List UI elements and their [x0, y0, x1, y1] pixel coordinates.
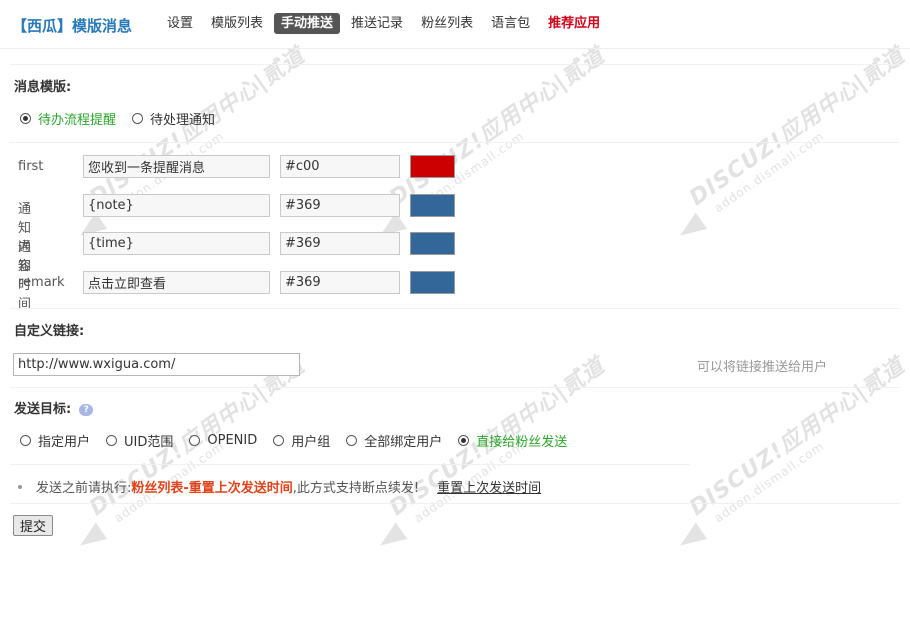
- submit-button[interactable]: 提交: [13, 515, 54, 536]
- nav-template-list[interactable]: 模版列表: [204, 13, 270, 34]
- note-highlight: 粉丝列表-重置上次发送时间: [131, 481, 293, 496]
- link-section-title: 自定义链接:: [14, 324, 85, 339]
- radio-unchecked-icon[interactable]: [189, 435, 201, 446]
- field-label: remark: [18, 275, 65, 290]
- field-label: 通知时间: [18, 240, 32, 312]
- bullet-icon: [18, 484, 22, 489]
- radio-unchecked-icon[interactable]: [106, 435, 118, 446]
- header: 【西瓜】模版消息 设置 模版列表 手动推送 推送记录 粉丝列表 语言包 推荐应用: [0, 0, 910, 49]
- divider: [10, 308, 900, 309]
- target-option-direct-fans[interactable]: 直接给粉丝发送: [458, 431, 567, 450]
- watermark: DISCUZ!应用中心|贰道addon.dismall.com: [674, 44, 910, 244]
- radio-unchecked-icon[interactable]: [346, 435, 358, 446]
- nav-manual-push[interactable]: 手动推送: [274, 13, 341, 34]
- radio-unchecked-icon[interactable]: [20, 435, 31, 446]
- field-label: first: [18, 159, 44, 174]
- watermark: DISCUZ!应用中心|贰道addon.dismall.com: [74, 354, 310, 554]
- note-color-swatch[interactable]: [410, 194, 455, 217]
- radio-checked-icon[interactable]: [20, 113, 31, 124]
- target-section-title: 发送目标:?: [14, 398, 94, 417]
- nav-push-log[interactable]: 推送记录: [344, 13, 410, 34]
- target-radio-group: 指定用户 UID范围 OPENID 用户组 全部绑定用户 直接给粉丝发送: [20, 431, 583, 450]
- reset-last-send-time-link[interactable]: 重置上次发送时间: [437, 477, 541, 496]
- target-option-all-bound[interactable]: 全部绑定用户: [346, 431, 442, 450]
- time-color-swatch[interactable]: [410, 232, 455, 255]
- template-option-todo[interactable]: 待办流程提醒: [20, 109, 116, 128]
- radio-unchecked-icon[interactable]: [132, 113, 144, 124]
- time-value-input[interactable]: [83, 232, 270, 255]
- remark-color-swatch[interactable]: [410, 271, 455, 294]
- nav-language-pack[interactable]: 语言包: [484, 13, 537, 34]
- target-option-openid[interactable]: OPENID: [189, 433, 257, 448]
- note-value-input[interactable]: [83, 194, 270, 217]
- note-color-input[interactable]: [280, 194, 400, 217]
- remark-color-input[interactable]: [280, 271, 400, 294]
- watermark: DISCUZ!应用中心|贰道addon.dismall.com: [674, 354, 910, 554]
- nav-settings[interactable]: 设置: [160, 13, 200, 34]
- template-section-title: 消息模版:: [14, 80, 72, 95]
- target-option-user-group[interactable]: 用户组: [273, 431, 330, 450]
- radio-unchecked-icon[interactable]: [273, 435, 285, 446]
- template-option-pending[interactable]: 待处理通知: [132, 109, 215, 128]
- remark-value-input[interactable]: [83, 271, 270, 294]
- radio-checked-icon[interactable]: [458, 435, 470, 446]
- app-title: 【西瓜】模版消息: [12, 17, 133, 35]
- send-note: 发送之前请执行: 粉丝列表-重置上次发送时间 ,此方式支持断点续发! 重置上次发…: [18, 477, 541, 496]
- first-value-input[interactable]: [83, 155, 270, 178]
- first-color-input[interactable]: [280, 155, 400, 178]
- first-color-swatch[interactable]: [410, 155, 455, 178]
- nav-fans-list[interactable]: 粉丝列表: [414, 13, 480, 34]
- page: DISCUZ!应用中心|贰道addon.dismall.com DISCUZ!应…: [0, 0, 910, 618]
- url-hint: 可以将链接推送给用户: [697, 360, 828, 375]
- divider: [10, 142, 900, 143]
- divider: [10, 64, 900, 65]
- question-icon[interactable]: ?: [79, 403, 94, 416]
- nav-recommended-apps[interactable]: 推荐应用: [541, 13, 607, 34]
- custom-url-input[interactable]: [13, 353, 300, 376]
- divider: [10, 387, 900, 388]
- time-color-input[interactable]: [280, 232, 400, 255]
- target-option-specific-user[interactable]: 指定用户: [20, 431, 90, 450]
- top-nav: 设置 模版列表 手动推送 推送记录 粉丝列表 语言包 推荐应用: [160, 13, 611, 34]
- watermark: DISCUZ!应用中心|贰道addon.dismall.com: [374, 354, 610, 554]
- divider: [10, 464, 690, 465]
- divider: [10, 503, 900, 504]
- target-option-uid-range[interactable]: UID范围: [106, 431, 173, 450]
- template-radio-group: 待办流程提醒 待处理通知: [20, 109, 231, 128]
